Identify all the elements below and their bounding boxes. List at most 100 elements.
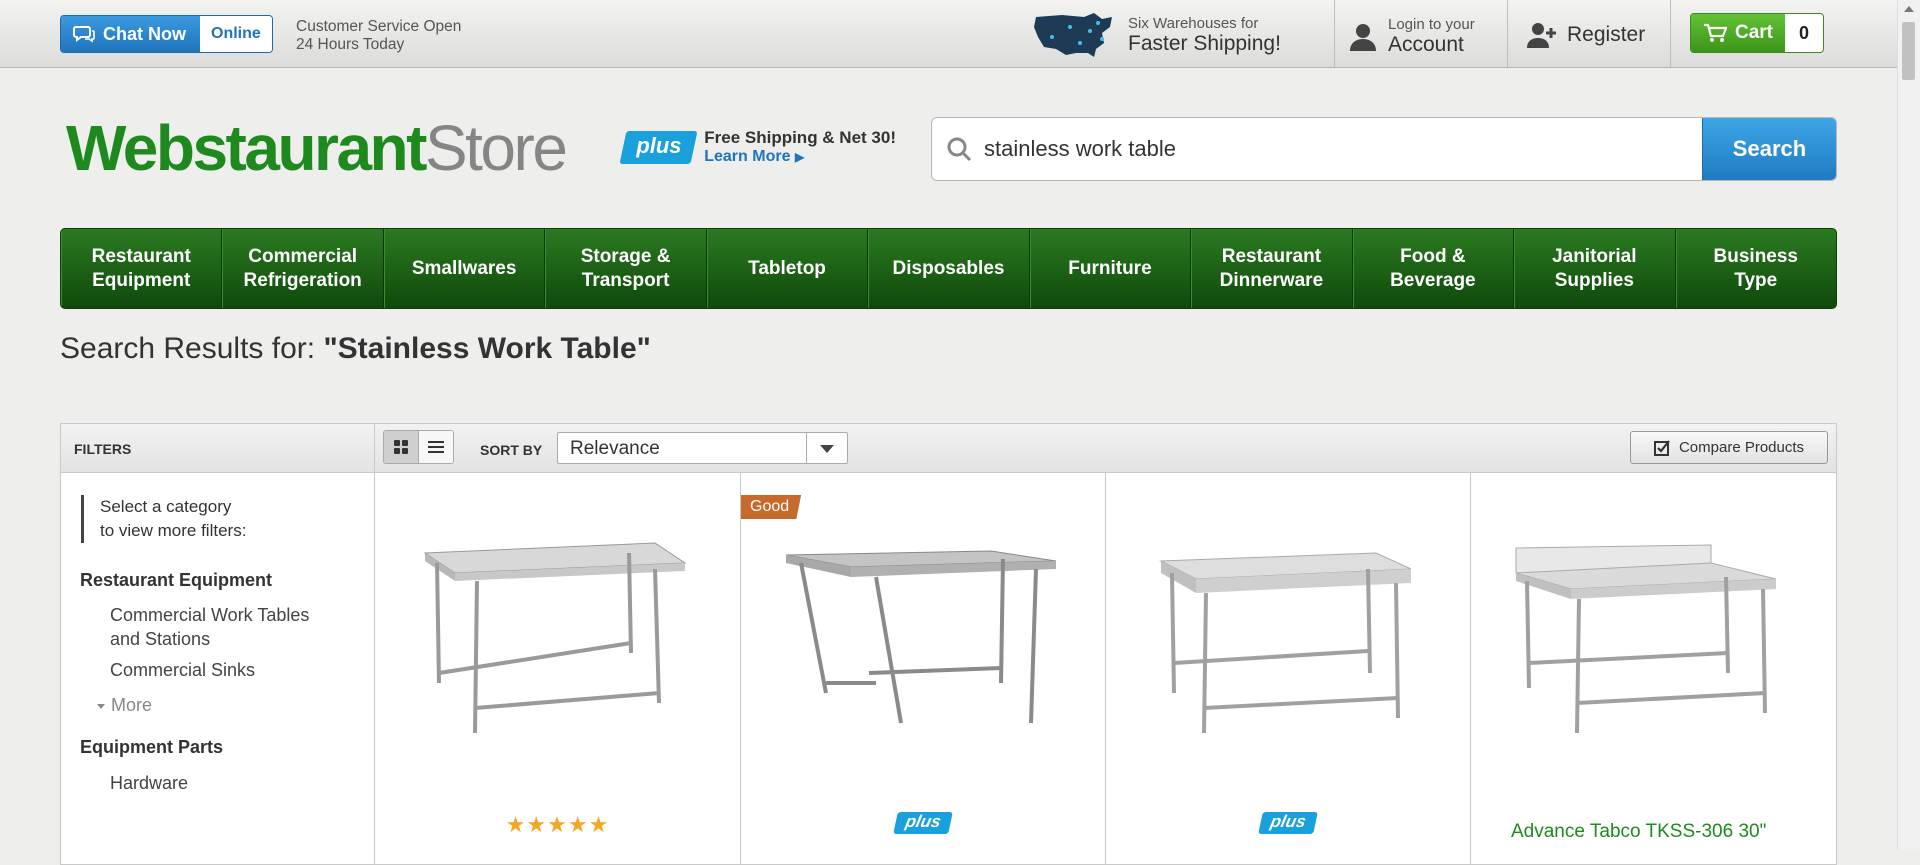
grid-view-button[interactable] bbox=[384, 431, 418, 463]
nav-item-tabletop[interactable]: Tabletop bbox=[706, 229, 869, 308]
divider bbox=[1507, 0, 1508, 67]
page-scrollbar[interactable] bbox=[1897, 0, 1920, 849]
warehouses-link[interactable]: Six Warehouses for Faster Shipping! bbox=[1032, 9, 1281, 61]
customer-service-hours: Customer Service Open 24 Hours Today bbox=[296, 18, 461, 54]
results-panel: FILTERS SORT BY Relevance Compare Produc… bbox=[60, 423, 1837, 865]
search-button[interactable]: Search bbox=[1702, 118, 1836, 180]
list-view-icon bbox=[428, 441, 444, 453]
nav-label-line1: Food & bbox=[1400, 245, 1466, 267]
chat-now-button[interactable]: Chat Now Online bbox=[60, 15, 273, 53]
plus-badge-text: plus bbox=[636, 132, 682, 158]
category-note-line1: Select a category bbox=[100, 497, 232, 516]
scroll-thumb[interactable] bbox=[1902, 22, 1915, 80]
cart-icon bbox=[1704, 23, 1727, 42]
main-nav: Restaurant Equipment Commercial Refrigerat… bbox=[60, 228, 1837, 309]
chat-bubble-icon bbox=[73, 26, 95, 43]
nav-label-line1: Tabletop bbox=[748, 257, 826, 279]
plus-badge: plus bbox=[1258, 812, 1318, 834]
logo-webstaurant: Webstaurant bbox=[66, 112, 427, 184]
compare-label: Compare Products bbox=[1678, 439, 1805, 456]
site-logo[interactable]: WebstaurantStore bbox=[66, 110, 568, 186]
chat-now-label: Chat Now bbox=[103, 23, 186, 44]
product-image[interactable] bbox=[1511, 533, 1791, 733]
category-note-line2: to view more filters: bbox=[100, 521, 247, 540]
nav-item-janitorial-supplies[interactable]: Janitorial Supplies bbox=[1514, 229, 1676, 308]
register-label: Register bbox=[1567, 23, 1646, 46]
search-bar: Search bbox=[931, 117, 1837, 181]
nav-item-storage-transport[interactable]: Storage & Transport bbox=[545, 229, 707, 308]
nav-item-business-type[interactable]: Business Type bbox=[1675, 229, 1836, 308]
list-view-button[interactable] bbox=[418, 431, 453, 463]
results-query: "Stainless Work Table" bbox=[323, 332, 651, 365]
nav-label-line1: Business bbox=[1713, 245, 1798, 267]
nav-label-line1: Restaurant bbox=[91, 245, 191, 267]
promo-line1: Free Shipping & Net 30! bbox=[704, 128, 896, 147]
search-field[interactable] bbox=[932, 118, 1702, 180]
nav-item-restaurant-dinnerware[interactable]: Restaurant Dinnerware bbox=[1191, 229, 1353, 308]
nav-item-disposables[interactable]: Disposables bbox=[868, 229, 1030, 308]
filters-label: FILTERS bbox=[74, 441, 132, 457]
nav-item-food-beverage[interactable]: Food & Beverage bbox=[1352, 229, 1515, 308]
cart-label: Cart bbox=[1735, 22, 1774, 43]
filter-item-commercial-sinks[interactable]: Commercial Sinks bbox=[110, 658, 340, 682]
product-card[interactable]: Good plus bbox=[741, 473, 1106, 864]
learn-more-link[interactable]: Learn More ▶ bbox=[704, 148, 896, 166]
plus-promo[interactable]: plus Free Shipping & Net 30! Learn More … bbox=[619, 128, 896, 166]
nav-label-line2: Transport bbox=[581, 269, 670, 291]
nav-item-commercial-refrigeration[interactable]: Commercial Refrigeration bbox=[222, 229, 384, 308]
add-user-icon bbox=[1527, 23, 1556, 48]
filter-group-restaurant-equipment[interactable]: Restaurant Equipment bbox=[80, 570, 272, 591]
nav-label-line2: Refrigeration bbox=[243, 269, 362, 291]
product-card[interactable]: ★★★★★ bbox=[375, 473, 741, 864]
category-note: Select a category to view more filters: bbox=[81, 495, 246, 543]
chat-now-label-box[interactable]: Chat Now bbox=[61, 16, 200, 52]
nav-label-line1: Commercial bbox=[248, 245, 358, 267]
filter-more-link[interactable]: More bbox=[97, 695, 152, 716]
nav-label-line1: Smallwares bbox=[411, 257, 517, 279]
cart-button[interactable]: Cart 0 bbox=[1690, 13, 1825, 53]
cart-label-box[interactable]: Cart bbox=[1691, 14, 1786, 52]
account-link[interactable]: Login to your Account bbox=[1350, 16, 1475, 57]
sort-select[interactable]: Relevance bbox=[557, 432, 848, 464]
view-toggle bbox=[383, 430, 454, 464]
warehouses-line1: Six Warehouses for bbox=[1128, 14, 1259, 32]
nav-item-restaurant-equipment[interactable]: Restaurant Equipment bbox=[61, 229, 223, 308]
quality-badge-good: Good bbox=[741, 495, 802, 519]
compare-products-button[interactable]: Compare Products bbox=[1630, 431, 1828, 464]
grid-view-icon bbox=[394, 440, 408, 454]
checkbox-icon bbox=[1653, 440, 1670, 456]
product-card[interactable]: plus bbox=[1106, 473, 1471, 864]
results-toolbar: FILTERS SORT BY Relevance Compare Produc… bbox=[61, 424, 1836, 473]
nav-label-line2: Beverage bbox=[1390, 269, 1476, 291]
nav-label-line1: Furniture bbox=[1068, 257, 1152, 279]
customer-service-line2: 24 Hours Today bbox=[296, 36, 405, 53]
product-title[interactable]: Advance Tabco TKSS-306 30" bbox=[1511, 821, 1766, 843]
divider bbox=[1334, 0, 1335, 67]
product-image[interactable] bbox=[781, 533, 1061, 733]
product-image[interactable] bbox=[415, 533, 695, 733]
search-input[interactable] bbox=[982, 135, 1686, 163]
nav-label-line2: Equipment bbox=[92, 269, 191, 291]
nav-item-furniture[interactable]: Furniture bbox=[1029, 229, 1192, 308]
sort-dropdown-toggle[interactable] bbox=[806, 433, 847, 463]
nav-label-line2: Supplies bbox=[1554, 269, 1634, 291]
nav-label-line1: Storage & bbox=[580, 245, 671, 267]
register-link[interactable]: Register bbox=[1527, 22, 1645, 48]
filter-group-equipment-parts[interactable]: Equipment Parts bbox=[80, 737, 223, 758]
product-card[interactable]: Advance Tabco TKSS-306 30" bbox=[1471, 473, 1836, 864]
account-line2: Account bbox=[1388, 33, 1464, 56]
chevron-down-icon bbox=[820, 445, 834, 453]
filter-item-hardware[interactable]: Hardware bbox=[110, 771, 340, 795]
top-bar: Chat Now Online Customer Service Open 24… bbox=[0, 0, 1898, 68]
account-line1: Login to your bbox=[1388, 16, 1475, 33]
logo-store: Store bbox=[424, 112, 568, 184]
nav-label-line1: Restaurant bbox=[1221, 245, 1322, 267]
nav-item-smallwares[interactable]: Smallwares bbox=[383, 229, 546, 308]
filter-item-work-tables[interactable]: Commercial Work Tables and Stations bbox=[110, 603, 340, 651]
product-image[interactable] bbox=[1146, 533, 1426, 733]
scroll-up-arrow[interactable] bbox=[1904, 6, 1914, 12]
warehouses-line2: Faster Shipping! bbox=[1128, 31, 1281, 55]
sort-label: SORT BY bbox=[480, 442, 543, 458]
rating-stars: ★★★★★ bbox=[505, 812, 610, 837]
chat-status: Online bbox=[200, 16, 272, 52]
